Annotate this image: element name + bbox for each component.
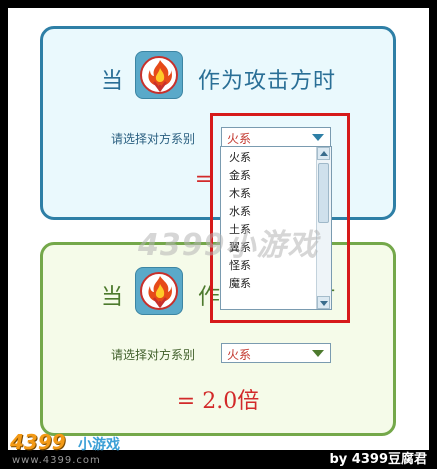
attack-when-label: 当	[101, 69, 124, 94]
author-credit: by 4399豆腐君	[329, 452, 428, 467]
fire-element-icon	[135, 267, 183, 315]
defense-select-label: 请选择对方系别	[111, 348, 196, 362]
defense-when-label: 当	[101, 285, 124, 310]
attack-select-label: 请选择对方系别	[111, 132, 196, 146]
defense-select-row: 请选择对方系别 火系	[43, 343, 393, 365]
brand-tagline: 小游戏	[78, 437, 120, 453]
brand-logo: 4399	[10, 430, 66, 454]
chevron-down-icon	[312, 350, 324, 357]
attack-title-row: 当 作为攻击方时	[43, 43, 393, 113]
flame-icon	[148, 60, 172, 93]
defense-result: = 2.0倍	[176, 389, 260, 414]
flame-icon	[148, 276, 172, 309]
page-canvas: 当 作为攻击方时 请选择对方系别 火系 = 0. 当 请选择对方系别 火系 = …	[8, 8, 429, 454]
defense-selected-value: 火系	[227, 348, 252, 362]
fire-element-icon	[135, 51, 183, 99]
attack-role-text: 作为攻击方时	[198, 69, 337, 94]
watermark-text: 4399小游戏	[138, 228, 319, 263]
defense-element-select[interactable]: 火系	[221, 343, 331, 363]
brand-logo-block: 4399 小游戏	[8, 428, 168, 458]
highlight-annotation-box	[210, 113, 350, 323]
brand-url: www.4399.com	[12, 455, 101, 466]
